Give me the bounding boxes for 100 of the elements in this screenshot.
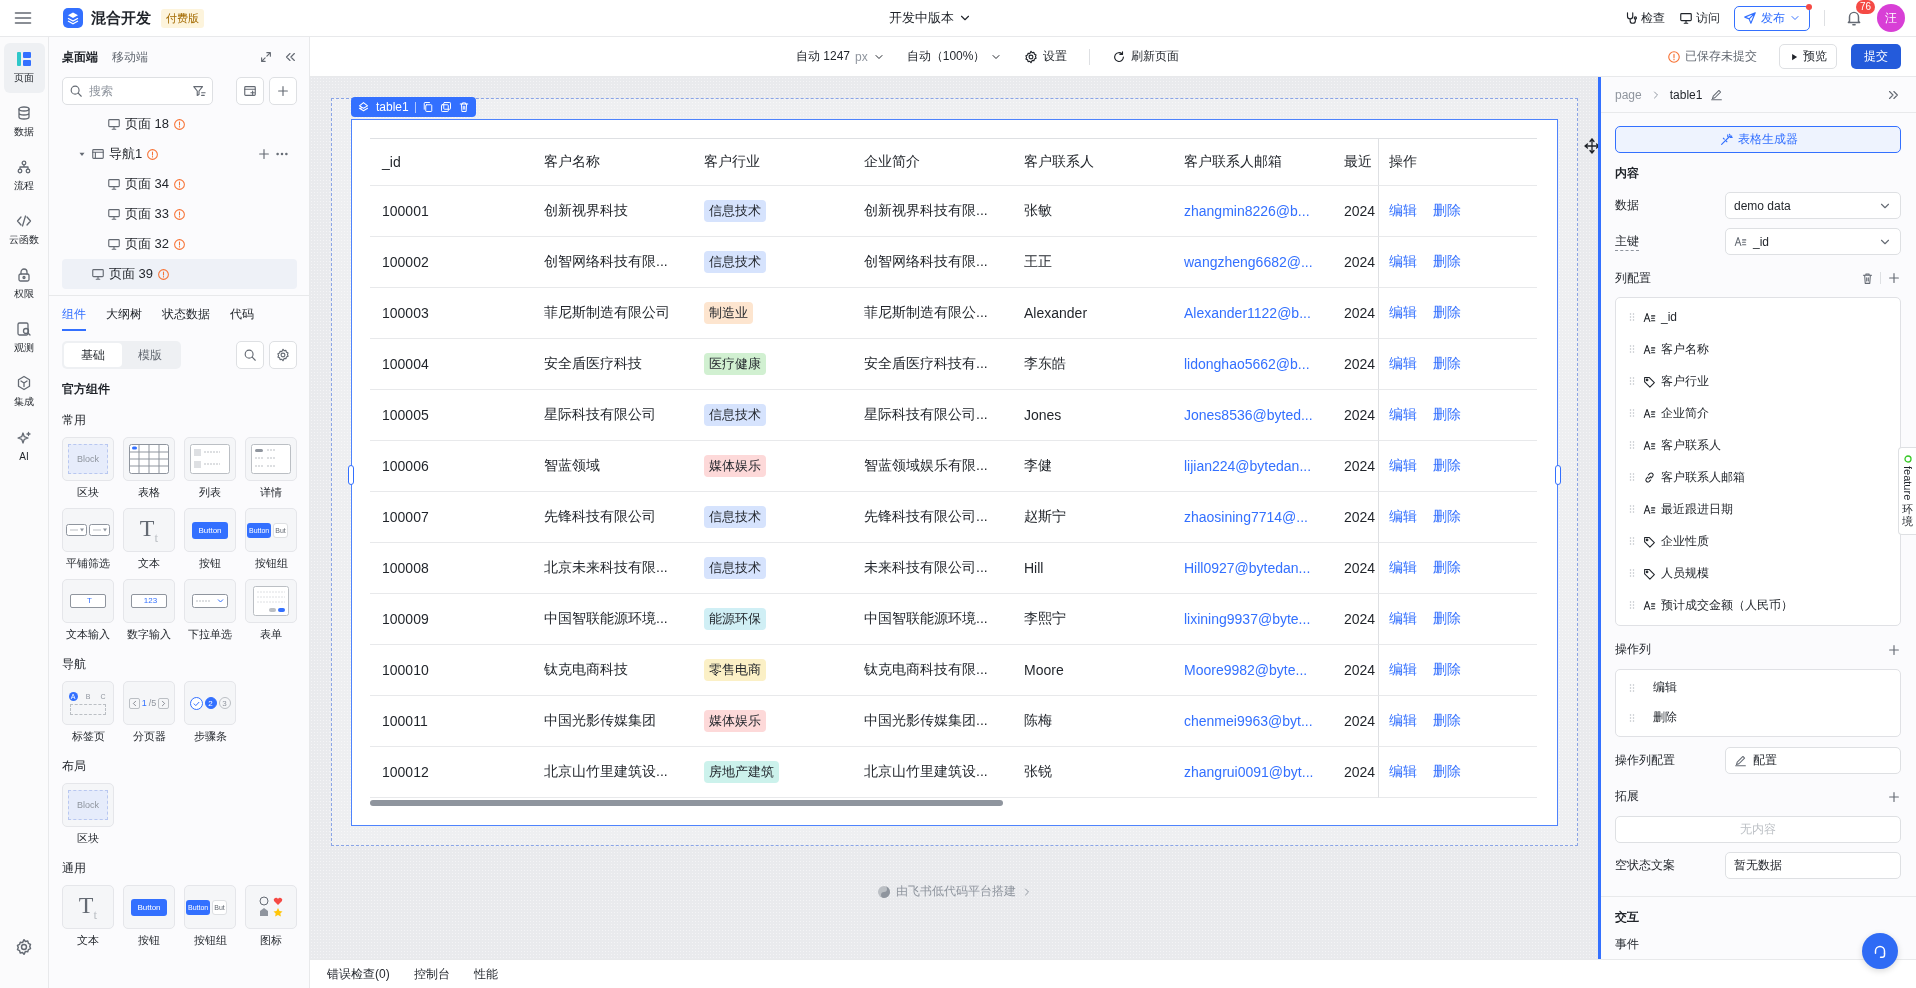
panel-tab[interactable]: 大纲树 — [106, 306, 142, 331]
component-tile[interactable]: 下拉单选 — [184, 579, 236, 642]
select-field[interactable]: _id — [1725, 228, 1901, 255]
email-link[interactable]: Hill0927@bytedan... — [1172, 543, 1340, 594]
action-link[interactable]: 编辑 — [1389, 253, 1417, 271]
select-field[interactable]: demo data — [1725, 192, 1901, 219]
component-tile[interactable]: 123 数字输入 — [123, 579, 175, 642]
notifications-button[interactable] — [1845, 9, 1863, 27]
email-link[interactable]: zhaosining7714@... — [1172, 492, 1340, 543]
submit-button[interactable]: 提交 — [1851, 44, 1901, 69]
component-tile[interactable]: 平铺筛选 — [62, 508, 114, 571]
column-item[interactable]: 客户联系人邮箱 — [1616, 464, 1900, 491]
tree-item[interactable]: 页面 34 — [62, 169, 297, 199]
column-item[interactable]: 最近跟进日期 — [1616, 496, 1900, 523]
component-tile[interactable]: Block 区块 — [62, 783, 114, 846]
action-link[interactable]: 编辑 — [1389, 712, 1417, 730]
action-link[interactable]: 删除 — [1433, 355, 1461, 373]
column-item[interactable]: 人员规模 — [1616, 560, 1900, 587]
action-link[interactable]: 编辑 — [1389, 763, 1417, 781]
action-link[interactable]: 删除 — [1433, 712, 1461, 730]
action-link[interactable]: 编辑 — [1389, 457, 1417, 475]
action-link[interactable]: 删除 — [1433, 202, 1461, 220]
email-link[interactable]: Jones8536@byted... — [1172, 390, 1340, 441]
component-tile[interactable]: Block 区块 — [62, 437, 114, 500]
panel-tab[interactable]: 组件 — [62, 306, 86, 331]
table-generator-button[interactable]: 表格生成器 — [1615, 126, 1901, 153]
email-link[interactable]: zhangmin8226@b... — [1172, 186, 1340, 237]
action-link[interactable]: 编辑 — [1389, 610, 1417, 628]
action-link[interactable]: 删除 — [1433, 457, 1461, 475]
rail-item[interactable]: 权限 — [3, 259, 45, 309]
action-link[interactable]: 删除 — [1433, 508, 1461, 526]
email-link[interactable]: Moore9982@byte... — [1172, 645, 1340, 696]
refresh-button[interactable]: 刷新页面 — [1112, 48, 1180, 65]
publish-button[interactable]: 发布 — [1734, 5, 1810, 31]
component-tile[interactable]: Button 按钮 — [123, 885, 175, 948]
action-item[interactable]: 编辑 — [1616, 675, 1900, 700]
help-button[interactable] — [1862, 933, 1898, 969]
component-tile[interactable]: 1 /5 分页器 — [123, 681, 175, 744]
panel-tab[interactable]: 状态数据 — [162, 306, 210, 331]
component-tile[interactable]: 表单 — [245, 579, 297, 642]
action-link[interactable]: 编辑 — [1389, 202, 1417, 220]
email-link[interactable]: Alexander1122@b... — [1172, 288, 1340, 339]
component-tile[interactable]: Button 按钮 — [184, 508, 236, 571]
rail-item[interactable]: 流程 — [3, 151, 45, 201]
settings-button[interactable] — [269, 341, 297, 369]
action-link[interactable]: 删除 — [1433, 610, 1461, 628]
rail-item[interactable]: 云函数 — [3, 205, 45, 255]
rename-button[interactable] — [1710, 88, 1724, 101]
component-tile[interactable]: T 文本输入 — [62, 579, 114, 642]
rail-item[interactable]: 观测 — [3, 313, 45, 363]
add-button[interactable] — [1887, 789, 1901, 804]
rail-item[interactable]: 数据 — [3, 97, 45, 147]
add-page-button[interactable] — [236, 77, 264, 105]
action-item[interactable]: 删除 — [1616, 705, 1900, 730]
resize-handle[interactable] — [348, 465, 354, 485]
panel-tab[interactable]: 移动端 — [112, 48, 148, 66]
column-item[interactable]: 客户联系人 — [1616, 432, 1900, 459]
column-item[interactable]: 预计成交金额（人民币） — [1616, 592, 1900, 619]
search-field[interactable]: 搜索 — [62, 77, 213, 105]
action-link[interactable]: 删除 — [1433, 406, 1461, 424]
user-avatar[interactable]: 汪 — [1877, 4, 1905, 32]
action-link[interactable]: 删除 — [1433, 763, 1461, 781]
scrollbar-thumb[interactable] — [370, 800, 1003, 806]
email-link[interactable]: chenmei9963@byt... — [1172, 696, 1340, 747]
expand-button[interactable] — [259, 50, 273, 64]
copy-button[interactable] — [421, 101, 434, 113]
component-tile[interactable]: 详情 — [245, 437, 297, 500]
zoom-dropdown[interactable]: 自动（100%） — [906, 48, 1003, 65]
rail-item[interactable]: 页面 — [3, 43, 45, 93]
column-item[interactable]: 客户名称 — [1616, 336, 1900, 363]
tree-item[interactable]: 页面 39 — [62, 259, 297, 289]
add-button[interactable] — [1887, 642, 1901, 657]
component-tile[interactable]: 表格 — [123, 437, 175, 500]
action-link[interactable]: 删除 — [1433, 559, 1461, 577]
add-button[interactable] — [1887, 271, 1901, 285]
column-item[interactable]: _id — [1616, 304, 1900, 331]
rail-item[interactable]: AI — [3, 421, 45, 471]
header-action[interactable]: 访问 — [1679, 9, 1720, 27]
segment-option[interactable]: 模版 — [121, 343, 179, 367]
action-link[interactable]: 编辑 — [1389, 559, 1417, 577]
column-item[interactable]: 企业性质 — [1616, 528, 1900, 555]
feature-tab[interactable]: feature 环境 — [1898, 447, 1916, 536]
resize-handle[interactable] — [1555, 465, 1561, 485]
tree-item[interactable]: 导航1 — [62, 139, 297, 169]
panel-tab[interactable]: 代码 — [230, 306, 254, 331]
bottom-tab[interactable]: 性能 — [473, 965, 498, 983]
email-link[interactable]: lidonghao5662@b... — [1172, 339, 1340, 390]
tree-item[interactable]: 页面 32 — [62, 229, 297, 259]
column-item[interactable]: 客户行业 — [1616, 368, 1900, 395]
text-field[interactable]: 暂无数据 — [1725, 851, 1901, 879]
width-dropdown[interactable]: 自动 1247 px — [796, 48, 885, 65]
bottom-tab[interactable]: 控制台 — [413, 965, 450, 983]
action-link[interactable]: 删除 — [1433, 661, 1461, 679]
panel-tab[interactable]: 桌面端 — [62, 48, 98, 66]
tree-item[interactable]: 页面 18 — [62, 109, 297, 139]
action-link[interactable]: 编辑 — [1389, 355, 1417, 373]
header-action[interactable]: 检查 — [1624, 9, 1665, 27]
component-tile[interactable]: 图标 — [245, 885, 297, 948]
configure-button[interactable]: 配置 — [1725, 746, 1901, 774]
bottom-tab[interactable]: 错误检查(0) — [327, 965, 390, 983]
